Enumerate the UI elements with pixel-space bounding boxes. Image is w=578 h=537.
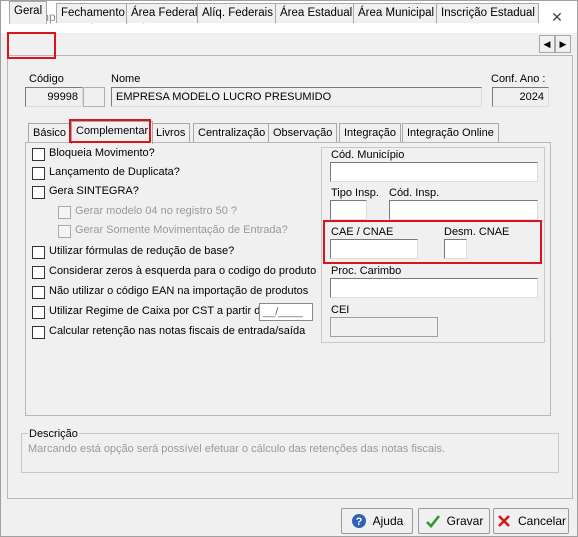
tab-label: Inscrição Estadual S (441, 7, 539, 19)
tab-label: Área Estadual (280, 7, 353, 19)
tab-label: Integração (344, 127, 396, 139)
tab-area-estadual[interactable]: Área Estadual (275, 3, 358, 23)
descricao-text: Marcando está opção será possível efetua… (28, 443, 446, 455)
codigo-lookup-button[interactable] (83, 87, 105, 107)
cod-municipio-input[interactable] (330, 162, 538, 182)
inner-tab-integracao-online[interactable]: Integração Online (402, 123, 499, 143)
tab-label: Geral (14, 5, 43, 17)
descricao-title: Descrição (28, 428, 79, 440)
checkbox-box[interactable] (32, 167, 45, 180)
tab-label: Fechamento (61, 7, 125, 19)
tipo-insp-input[interactable] (330, 200, 367, 220)
empresas-window: Empresas (Alteração) – ✕ Geral Fechament… (0, 0, 578, 537)
checkmark-icon (425, 515, 440, 528)
tab-inscricao-estadual[interactable]: Inscrição Estadual S (436, 3, 539, 23)
cancelar-label: Cancelar (517, 514, 567, 528)
arrow-right-icon: ▶ (559, 39, 567, 49)
tab-label: Básico (33, 127, 67, 139)
checkbox-label: Gera SINTEGRA? (49, 185, 139, 197)
checkbox-box[interactable] (32, 306, 45, 319)
checkbox-label: Lançamento de Duplicata? (49, 166, 180, 178)
checkbox-box[interactable] (32, 266, 45, 279)
ajuda-button[interactable]: ? Ajuda (341, 508, 413, 534)
inner-tab-integracao[interactable]: Integração (339, 123, 401, 143)
checkbox-box[interactable] (58, 225, 71, 238)
cod-municipio-label: Cód. Município (331, 149, 405, 161)
checkbox-box[interactable] (32, 286, 45, 299)
gravar-label: Gravar (446, 514, 484, 528)
proc-carimbo-input[interactable] (330, 278, 538, 298)
checkbox-label: Considerar zeros à esquerda para o codig… (49, 265, 317, 277)
checkbox-label: Gerar modelo 04 no registro 50 ? (75, 205, 238, 217)
cod-insp-label: Cód. Insp. (389, 187, 440, 199)
desm-cnae-input[interactable] (444, 239, 467, 259)
tab-geral[interactable]: Geral (9, 1, 48, 24)
nome-label: Nome (111, 73, 141, 85)
inner-tab-basico[interactable]: Básico (28, 123, 72, 143)
cei-label: CEI (331, 304, 350, 316)
tab-aliq-federais[interactable]: Alíq. Federais (197, 3, 278, 23)
checkbox-label: Utilizar fórmulas de redução de base? (49, 245, 235, 257)
checkbox-label: Bloqueia Movimento? (49, 147, 155, 159)
conf-ano-field[interactable]: 2024 (492, 87, 549, 107)
tab-label: Centralização (198, 127, 266, 139)
proc-carimbo-label: Proc. Carimbo (331, 265, 402, 277)
tab-fechamento[interactable]: Fechamento (56, 3, 130, 23)
desm-cnae-label: Desm. CNAE (444, 226, 510, 238)
tab-label: Área Municipal (358, 7, 435, 19)
tab-area-municipal[interactable]: Área Municipal (353, 3, 440, 23)
tab-label: Livros (156, 127, 186, 139)
codigo-field[interactable]: 99998 (25, 87, 83, 107)
gravar-button[interactable]: Gravar (418, 508, 490, 534)
tipo-insp-label: Tipo Insp. (331, 187, 379, 199)
tab-scroll-right-button[interactable]: ▶ (555, 35, 571, 53)
regime-caixa-date-field[interactable]: __/____ (259, 303, 313, 321)
tab-scroll-left-button[interactable]: ◀ (539, 35, 555, 53)
cae-cnae-label: CAE / CNAE (331, 226, 394, 238)
inner-tab-centralizacao[interactable]: Centralização (193, 123, 271, 143)
tab-label: Integração Online (407, 127, 494, 139)
cei-input[interactable] (330, 317, 438, 337)
inner-tab-complementar[interactable]: Complementar (71, 121, 154, 144)
tab-label: Complementar (76, 125, 149, 137)
checkbox-label: Não utilizar o código EAN na importação … (49, 285, 309, 297)
cancel-x-icon (498, 515, 510, 527)
checkbox-box[interactable] (32, 326, 45, 339)
cae-cnae-input[interactable] (330, 239, 418, 259)
nome-field[interactable]: EMPRESA MODELO LUCRO PRESUMIDO (111, 87, 482, 107)
checkbox-label: Utilizar Regime de Caixa por CST a parti… (49, 305, 267, 317)
tab-label: Observação (273, 127, 333, 139)
checkbox-label: Calcular retenção nas notas fiscais de e… (49, 325, 306, 337)
checkbox-box[interactable] (58, 206, 71, 219)
conf-ano-label: Conf. Ano : (491, 73, 546, 85)
tab-area-federal[interactable]: Área Federal (126, 3, 203, 23)
tab-label: Alíq. Federais (202, 7, 273, 19)
tab-label: Área Federal (131, 7, 198, 19)
ajuda-label: Ajuda (372, 514, 404, 528)
codigo-label: Código (29, 73, 64, 85)
cancelar-button[interactable]: Cancelar (493, 508, 569, 534)
inner-tab-observacao[interactable]: Observação (268, 123, 338, 143)
close-button[interactable]: ✕ (546, 7, 568, 27)
checkbox-box[interactable] (32, 246, 45, 259)
cod-insp-input[interactable] (389, 200, 538, 220)
help-icon: ? (351, 514, 366, 528)
arrow-left-icon: ◀ (543, 39, 551, 49)
checkbox-box[interactable] (32, 186, 45, 199)
checkbox-box[interactable] (32, 148, 45, 161)
inner-tab-livros[interactable]: Livros (151, 123, 191, 143)
svg-text:?: ? (355, 516, 362, 528)
checkbox-label: Gerar Somente Movimentação de Entrada? (75, 224, 288, 236)
